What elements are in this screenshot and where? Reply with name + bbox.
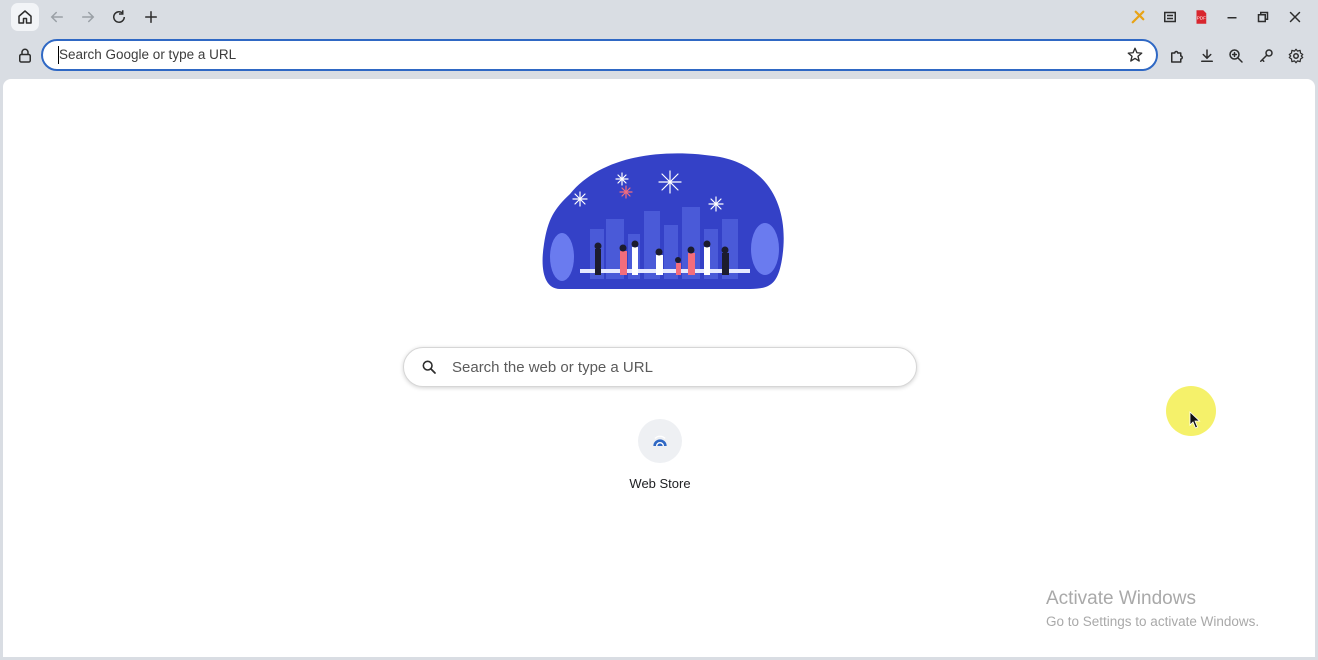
minimize-icon <box>1227 17 1237 19</box>
shortcut-icon-container <box>638 419 682 463</box>
back-button[interactable] <box>43 3 71 31</box>
extensions-button[interactable] <box>1166 45 1188 67</box>
zoom-button[interactable] <box>1225 45 1247 67</box>
web-store-icon <box>653 435 667 447</box>
back-icon <box>50 11 63 23</box>
new-tab-icon <box>145 11 157 23</box>
activate-windows-title: Activate Windows <box>1046 588 1196 609</box>
close-window-button[interactable] <box>1281 3 1309 31</box>
reading-mode-button[interactable] <box>1156 3 1184 31</box>
forward-icon <box>82 11 95 23</box>
lock-icon <box>19 48 31 63</box>
bookmark-star-icon[interactable] <box>1126 46 1144 64</box>
download-button[interactable] <box>1196 45 1218 67</box>
passwords-button[interactable] <box>1255 45 1277 67</box>
settings-icon <box>1288 48 1304 64</box>
pdf-icon: PDF <box>1196 10 1207 24</box>
svg-text:PDF: PDF <box>1197 16 1206 21</box>
extensions-icon <box>1171 50 1183 63</box>
close-icon <box>1289 11 1301 23</box>
restore-button[interactable] <box>1249 3 1277 31</box>
toolbar: Search Google or type a URL <box>0 36 1318 76</box>
home-icon <box>18 10 32 24</box>
address-bar-placeholder: Search Google or type a URL <box>59 47 237 62</box>
new-tab-button[interactable] <box>137 3 165 31</box>
passwords-key-icon <box>1260 49 1273 62</box>
reload-button[interactable] <box>105 3 133 31</box>
customize-icon <box>1131 10 1145 24</box>
home-button[interactable] <box>11 3 39 31</box>
minimize-button[interactable] <box>1218 3 1246 31</box>
shortcut-web-store[interactable]: Web Store <box>615 419 705 499</box>
shortcut-label: Web Store <box>629 476 691 491</box>
download-icon <box>1201 49 1213 62</box>
ntp-search-box[interactable]: Search the web or type a URL <box>403 347 917 387</box>
zoom-icon <box>1229 49 1243 63</box>
activate-windows-watermark: Activate Windows Go to Settings to activ… <box>1046 588 1259 629</box>
pdf-button[interactable]: PDF <box>1187 3 1215 31</box>
site-info-button[interactable] <box>14 45 36 67</box>
search-icon <box>422 360 436 374</box>
reading-mode-icon <box>1164 11 1176 23</box>
mouse-pointer-icon <box>1189 411 1201 429</box>
activate-windows-subtitle: Go to Settings to activate Windows. <box>1046 614 1260 629</box>
customize-button[interactable] <box>1124 3 1152 31</box>
reload-icon <box>113 10 125 23</box>
new-tab-page: Search the web or type a URL Web Store <box>3 79 1315 657</box>
tab-strip: PDF <box>0 0 1318 34</box>
forward-button[interactable] <box>74 3 102 31</box>
fireworks-illustration <box>542 153 784 289</box>
ntp-search-placeholder: Search the web or type a URL <box>452 359 653 376</box>
settings-button[interactable] <box>1285 45 1307 67</box>
address-bar[interactable]: Search Google or type a URL <box>41 39 1158 71</box>
restore-icon <box>1257 11 1269 23</box>
